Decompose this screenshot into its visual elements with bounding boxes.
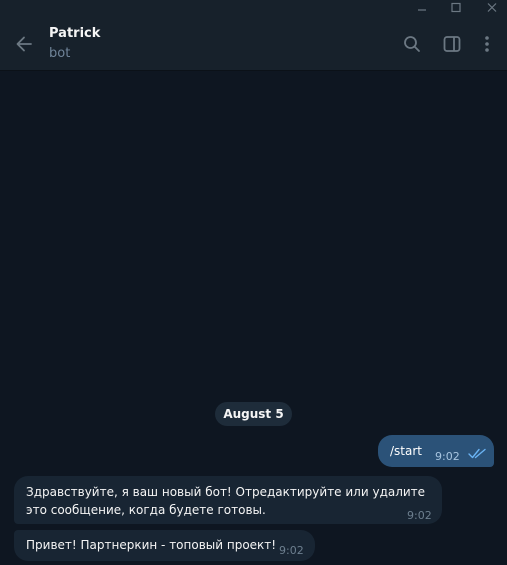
double-check-icon bbox=[468, 448, 486, 459]
search-icon bbox=[404, 36, 420, 52]
arrow-left-icon bbox=[16, 36, 32, 52]
minimize-button[interactable] bbox=[410, 0, 434, 16]
close-button[interactable] bbox=[480, 0, 504, 16]
more-button[interactable] bbox=[475, 32, 499, 56]
message-time: 9:02 bbox=[435, 450, 460, 463]
outgoing-message[interactable]: /start 9:02 bbox=[378, 435, 494, 467]
message-text: /start bbox=[390, 444, 422, 458]
message-text: Здравствуйте, я ваш новый бот! Отредакти… bbox=[26, 485, 426, 517]
date-separator: August 5 bbox=[215, 402, 292, 426]
back-button[interactable] bbox=[12, 32, 36, 56]
chat-header: Patrick bot bbox=[0, 16, 507, 71]
minimize-icon bbox=[418, 9, 426, 11]
close-icon bbox=[487, 3, 497, 12]
search-button[interactable] bbox=[400, 32, 424, 56]
maximize-icon bbox=[451, 2, 461, 13]
window-titlebar bbox=[0, 0, 507, 16]
message-time: 9:02 bbox=[279, 544, 304, 557]
message-time: 9:02 bbox=[407, 509, 432, 522]
incoming-message[interactable]: Привет! Партнеркин - топовый проект! 9:0… bbox=[14, 530, 315, 561]
sidebar-toggle-icon bbox=[443, 36, 461, 52]
chat-title[interactable]: Patrick bbox=[49, 26, 100, 41]
chat-status: bot bbox=[49, 46, 71, 61]
more-vertical-icon bbox=[485, 36, 489, 52]
incoming-message[interactable]: Здравствуйте, я ваш новый бот! Отредакти… bbox=[14, 476, 442, 524]
message-text: Привет! Партнеркин - топовый проект! bbox=[26, 538, 277, 552]
sidebar-toggle-button[interactable] bbox=[440, 32, 464, 56]
maximize-button[interactable] bbox=[444, 0, 468, 16]
